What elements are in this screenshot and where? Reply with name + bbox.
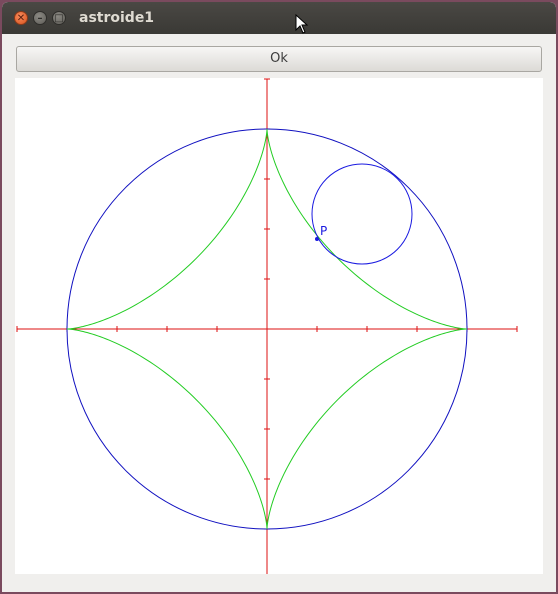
ok-button[interactable]: Ok — [16, 46, 542, 72]
axes — [16, 78, 518, 580]
window-title: astroide1 — [79, 10, 155, 26]
drawing-canvas[interactable]: P — [15, 78, 543, 580]
astroid-plot: P — [16, 78, 518, 580]
close-icon[interactable]: ✕ — [14, 11, 28, 25]
minimize-icon[interactable]: – — [33, 11, 47, 25]
mouse-cursor-icon — [295, 14, 309, 34]
title-bar[interactable]: ✕ – □ astroide1 — [2, 2, 556, 34]
rolling-circle — [311, 163, 413, 265]
point-p-marker — [315, 237, 319, 241]
maximize-icon[interactable]: □ — [52, 11, 66, 25]
app-window: ✕ – □ astroide1 Ok P — [2, 2, 556, 592]
point-p-label: P — [320, 224, 327, 238]
